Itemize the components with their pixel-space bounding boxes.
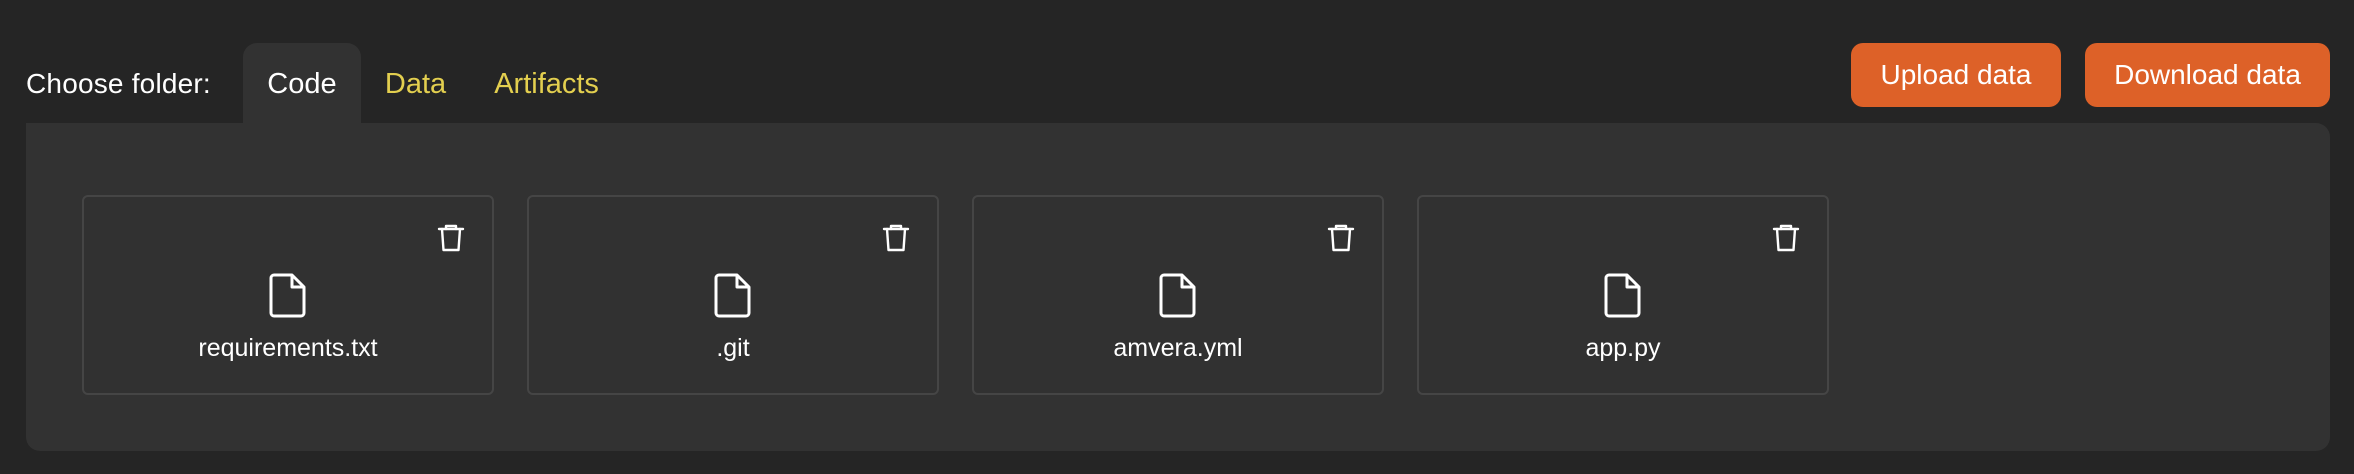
- upload-data-button[interactable]: Upload data: [1851, 43, 2061, 107]
- file-card-git[interactable]: .git: [527, 195, 939, 395]
- download-data-button[interactable]: Download data: [2085, 43, 2330, 107]
- trash-icon[interactable]: [1326, 223, 1356, 253]
- file-card-app[interactable]: app.py: [1417, 195, 1829, 395]
- file-list: requirements.txt .git amvera.yml app.py: [82, 195, 1829, 395]
- file-name: requirements.txt: [198, 334, 378, 362]
- file-icon: [713, 271, 753, 319]
- file-name: app.py: [1585, 334, 1661, 362]
- file-icon: [1603, 271, 1643, 319]
- tab-code[interactable]: Code: [242, 43, 361, 125]
- tab-data[interactable]: Data: [361, 43, 470, 125]
- file-manager: Choose folder: Code Data Artifacts Uploa…: [0, 0, 2354, 474]
- file-icon: [1158, 271, 1198, 319]
- file-icon: [268, 271, 308, 319]
- trash-icon[interactable]: [1771, 223, 1801, 253]
- files-panel: requirements.txt .git amvera.yml app.py: [26, 123, 2330, 451]
- tab-artifacts[interactable]: Artifacts: [470, 43, 623, 125]
- trash-icon[interactable]: [881, 223, 911, 253]
- file-card-requirements[interactable]: requirements.txt: [82, 195, 494, 395]
- file-name: .git: [716, 334, 750, 362]
- trash-icon[interactable]: [436, 223, 466, 253]
- file-card-amvera[interactable]: amvera.yml: [972, 195, 1384, 395]
- folder-chooser: Choose folder: Code Data Artifacts: [26, 43, 623, 125]
- folder-tabs: Code Data Artifacts: [242, 43, 623, 125]
- choose-folder-label: Choose folder:: [26, 68, 211, 99]
- action-buttons: Upload data Download data: [1851, 43, 2330, 107]
- file-name: amvera.yml: [1113, 334, 1243, 362]
